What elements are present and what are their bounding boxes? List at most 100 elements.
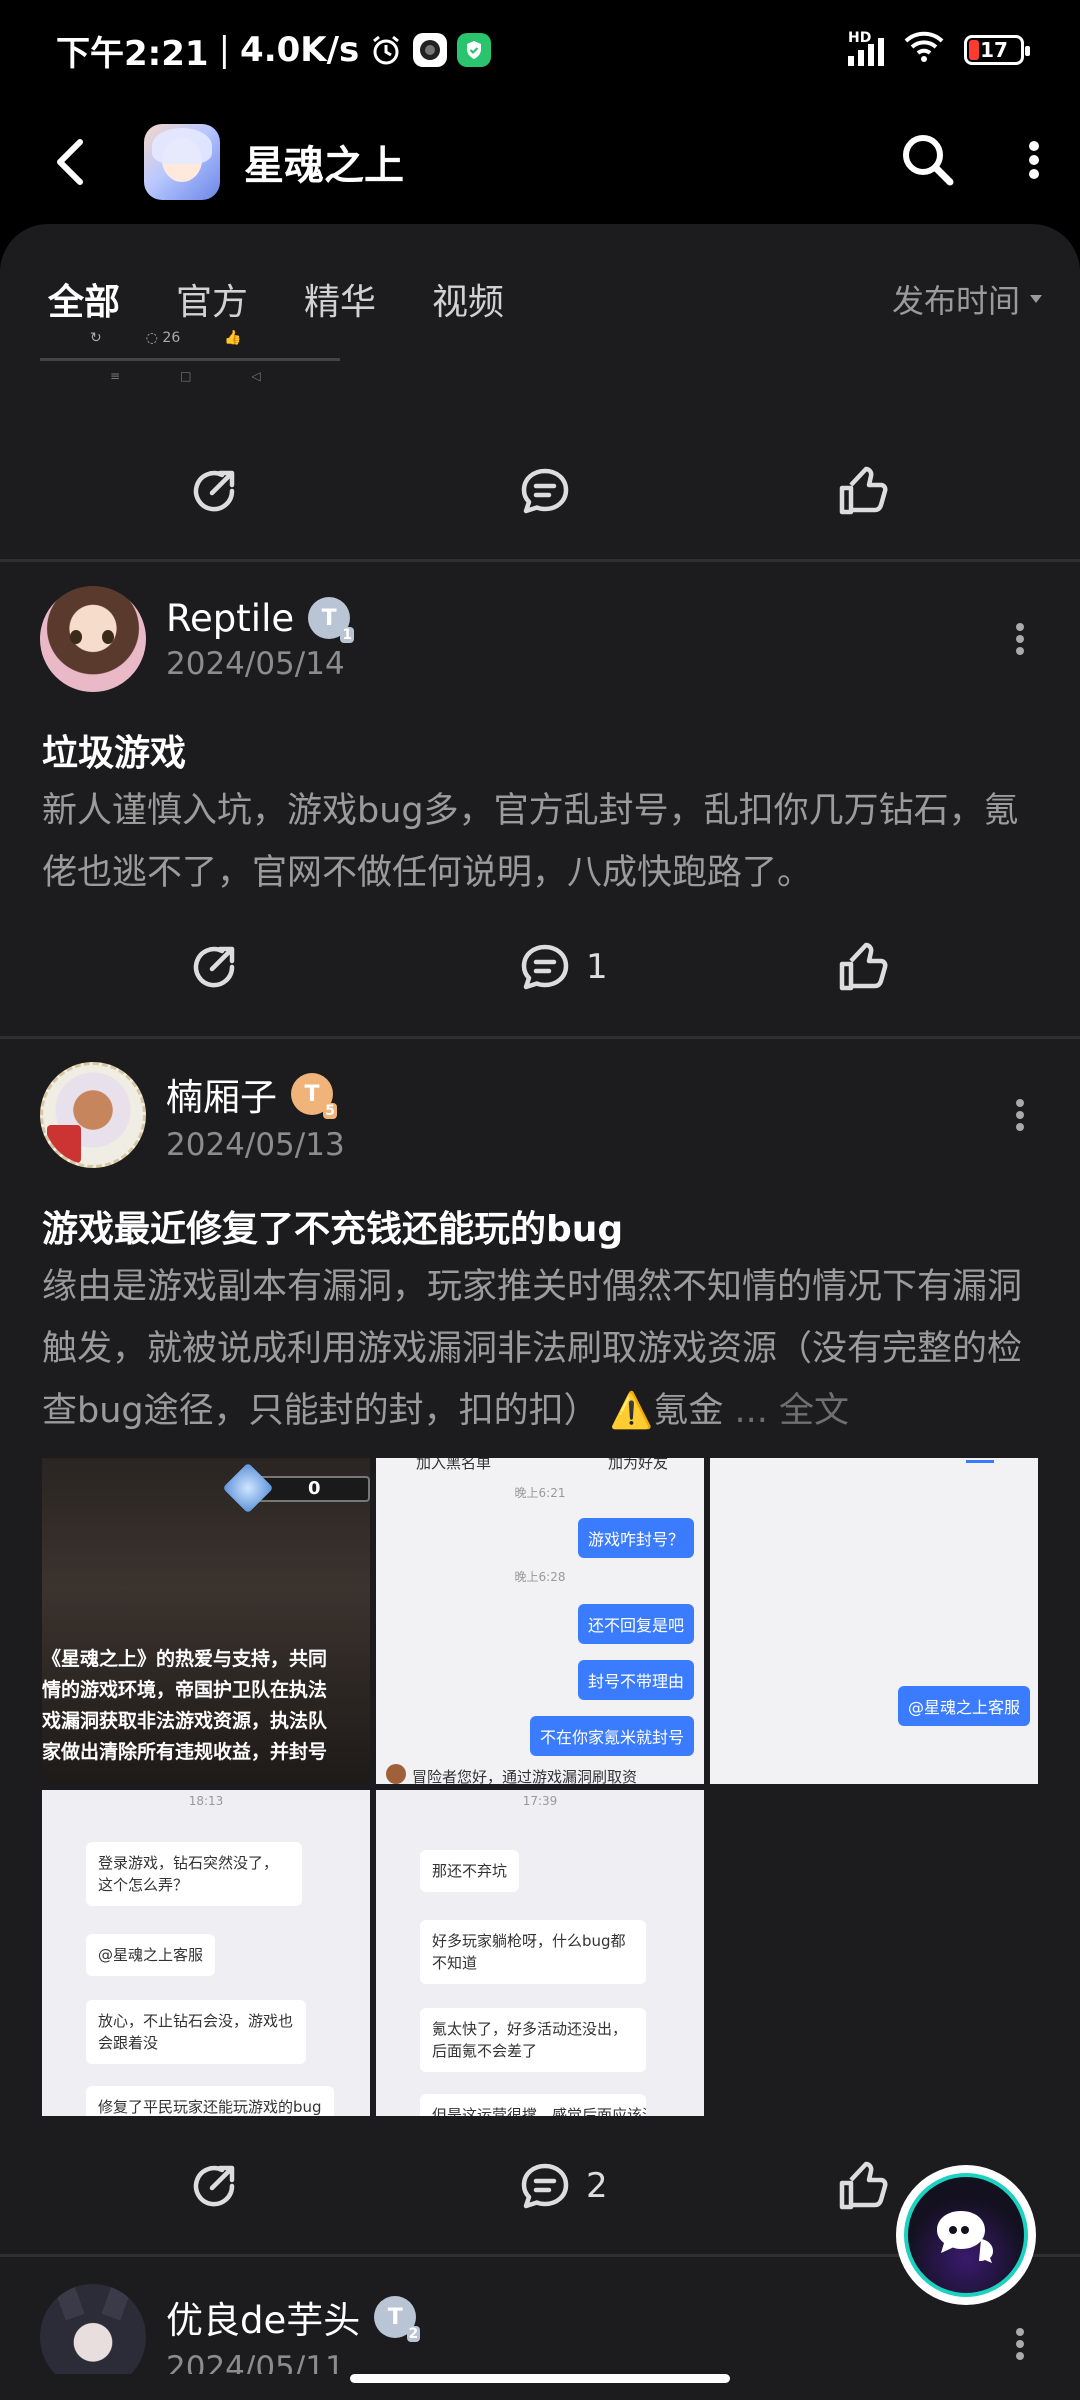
post-body[interactable]: 缘由是游戏副本有漏洞，玩家推关时偶然不知情的情况下有漏洞触发，就被说成利用游戏漏… (42, 1256, 1042, 1442)
tab-official[interactable]: 官方 (176, 273, 248, 325)
username-text: 楠厢子 (166, 1076, 277, 1119)
mini-share-icon: ↻ (90, 330, 102, 346)
comment-count: 1 (586, 947, 608, 987)
chat-message: 好多玩家躺枪呀，什么bug都不知道 (420, 1920, 646, 1984)
chat-time: 晚上6:28 (514, 1570, 566, 1584)
mini-divider (40, 358, 340, 361)
chat-message: 氪太快了，好多活动还没出，后面氪不会差了 (420, 2008, 646, 2072)
chat-message: 冒险者您好，通过游戏漏洞刷取资 (412, 1768, 638, 1784)
avatar[interactable] (40, 2284, 146, 2374)
post-date: 2024/05/14 (166, 645, 345, 682)
community-chat-fab[interactable] (896, 2165, 1036, 2305)
chat-bubble: 封号不带理由 (577, 1660, 694, 1700)
diamond-counter: 0 (222, 1462, 370, 1514)
back-button[interactable] (40, 132, 100, 192)
sort-label: 发布时间 (891, 282, 1020, 320)
share-button[interactable] (188, 941, 240, 993)
username[interactable]: 楠厢子 T5 (166, 1067, 345, 1121)
chat-bubble: 不在你家氪米就封号 (529, 1716, 694, 1756)
search-button[interactable] (898, 130, 958, 194)
post-ellipsis: ... (723, 1391, 779, 1431)
thumbs-up-icon (839, 2161, 888, 2210)
post-image-4[interactable]: 18:13 登录游戏，钻石突然没了，这个怎么弄？ @星魂之上客服 放心，不止钻石… (42, 1790, 370, 2116)
post-action-bar (0, 436, 1080, 546)
signal-hd-label: HD (848, 30, 872, 46)
comment-icon (521, 944, 569, 990)
post-image-3[interactable]: @星魂之上客服 (710, 1458, 1038, 1784)
chat-bubble: 还不回复是吧 (577, 1604, 694, 1644)
comment-button[interactable]: 1 (518, 941, 608, 993)
blacklist-label: 加入黑名单 (416, 1458, 492, 1472)
previous-post-image-remnant: ↻ ◌ 26 👍 ≡ □ ◁ (40, 324, 340, 404)
comment-button[interactable] (518, 465, 572, 517)
signal-icon: HD (848, 30, 884, 66)
post-image-5[interactable]: 17:39 那还不弃坑 好多玩家躺枪呀，什么bug都不知道 氪太快了，好多活动还… (376, 1790, 704, 2116)
diamond-icon (222, 1462, 274, 1514)
like-button[interactable] (836, 2159, 890, 2213)
post-more-button[interactable] (1000, 2314, 1040, 2374)
post-more-button[interactable] (1000, 609, 1040, 669)
status-right: HD 17 (848, 29, 1030, 72)
share-button[interactable] (188, 465, 240, 517)
post-header: 优良de芋头 T2 2024/05/11 (40, 2284, 1040, 2374)
status-net-speed: 4.0K/s (240, 30, 360, 70)
chevron-left-icon (57, 139, 83, 185)
share-button[interactable] (188, 2160, 240, 2212)
post-image-2[interactable]: 加入黑名单 加为好友 晚上6:21 游戏咋封号？ 晚上6:28 还不回复是吧 封… (376, 1458, 704, 1784)
post-title[interactable]: 游戏最近修复了不充钱还能玩的bug (42, 1200, 623, 1252)
chat-message: 登录游戏，钻石突然没了，这个怎么弄？ (86, 1842, 302, 1906)
chat-message: 但是这运营很撑，感觉后面应该没 (420, 2094, 646, 2116)
tab-all[interactable]: 全部 (48, 273, 120, 331)
user-info: 优良de芋头 T2 2024/05/11 (166, 2290, 421, 2374)
shield-icon (457, 33, 492, 67)
more-vertical-icon (1016, 2328, 1024, 2360)
post-divider (0, 559, 1080, 562)
mini-nav-bar: ≡ □ ◁ (110, 369, 261, 383)
wifi-icon (902, 29, 946, 72)
like-button[interactable] (836, 940, 890, 994)
chat-message: @星魂之上客服 (86, 1934, 216, 1976)
tab-featured[interactable]: 精华 (304, 273, 376, 325)
battery-icon: 17 (964, 35, 1030, 65)
post-title[interactable]: 垃圾游戏 (42, 724, 186, 776)
fab-inner (904, 2173, 1028, 2297)
post-image-1[interactable]: 0 《星魂之上》的热爱与支持，共同 情的游戏环境，帝国护卫队在执法 戏漏洞获取非… (42, 1458, 370, 1784)
chat-time: 晚上6:21 (514, 1486, 566, 1500)
post-more-button[interactable] (1000, 1085, 1040, 1145)
username-text: 优良de芋头 (166, 2299, 361, 2342)
share-icon (193, 2165, 235, 2207)
announcement-text: 《星魂之上》的热爱与支持，共同 情的游戏环境，帝国护卫队在执法 戏漏洞获取非法游… (42, 1648, 328, 1763)
sort-dropdown[interactable]: 发布时间 (892, 276, 1044, 322)
chat-avatar (386, 1764, 406, 1784)
game-avatar[interactable] (144, 124, 220, 200)
username-text: Reptile (166, 596, 295, 640)
level-badge: T5 (291, 1073, 337, 1119)
chat-time: 17:39 (522, 1794, 558, 1808)
expand-full-text-link[interactable]: 全文 (779, 1391, 849, 1431)
mini-action-bar: ↻ ◌ 26 👍 (40, 324, 340, 346)
post-action-bar: 1 (0, 912, 1080, 1022)
more-menu-button[interactable] (1028, 140, 1040, 184)
comment-icon (521, 2163, 569, 2209)
comment-button[interactable]: 2 (518, 2160, 608, 2212)
thumbs-up-icon (839, 942, 888, 991)
post-body-text: 缘由是游戏副本有漏洞，玩家推关时偶然不知情的情况下有漏洞触发，就被说成利用游戏漏… (42, 1267, 1023, 1431)
avatar[interactable] (40, 1062, 146, 1168)
mini-like-icon: 👍 (224, 330, 242, 346)
username[interactable]: Reptile T1 (166, 596, 355, 643)
chat-bubble: @星魂之上客服 (897, 1686, 1030, 1726)
tab-video[interactable]: 视频 (432, 273, 504, 325)
username[interactable]: 优良de芋头 T2 (166, 2290, 421, 2344)
post-date: 2024/05/11 (166, 2350, 345, 2374)
status-time: 下午2:21 (56, 33, 209, 74)
post-body[interactable]: 新人谨慎入坑，游戏bug多，官方乱封号，乱扣你几万钻石，氪佬也逃不了，官网不做任… (42, 780, 1042, 904)
chat-message: 那还不弃坑 (420, 1850, 520, 1892)
battery-level: 17 (980, 38, 1008, 62)
search-icon (903, 135, 954, 186)
status-bar: 下午2:21 | 4.0K/s HD 17 (0, 0, 1080, 100)
home-indicator[interactable] (350, 2374, 730, 2383)
avatar[interactable] (40, 586, 146, 692)
share-icon (193, 470, 235, 512)
chat-message: 放心，不止钻石会没，游戏也会跟着没 (86, 2000, 306, 2064)
like-button[interactable] (836, 464, 890, 518)
